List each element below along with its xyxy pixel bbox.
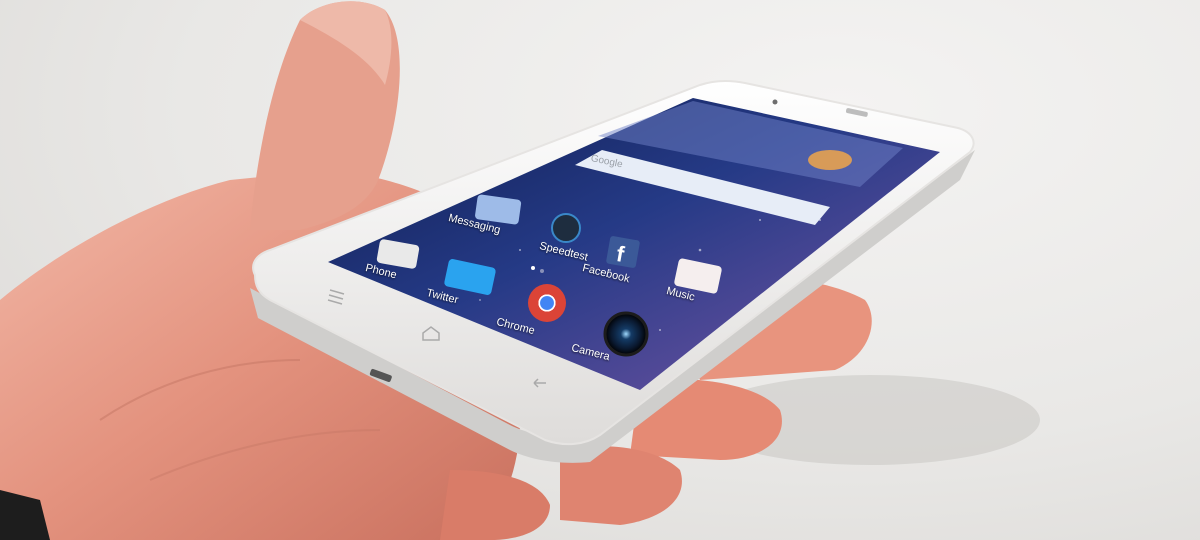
weather-icon	[808, 150, 852, 170]
page-dot	[540, 269, 544, 273]
camera-icon[interactable]	[603, 311, 649, 357]
chrome-icon[interactable]	[528, 284, 566, 322]
page-dot	[531, 266, 535, 270]
front-sensor	[772, 99, 778, 105]
speedtest-icon[interactable]	[551, 213, 581, 243]
finger-pinky	[440, 470, 550, 540]
